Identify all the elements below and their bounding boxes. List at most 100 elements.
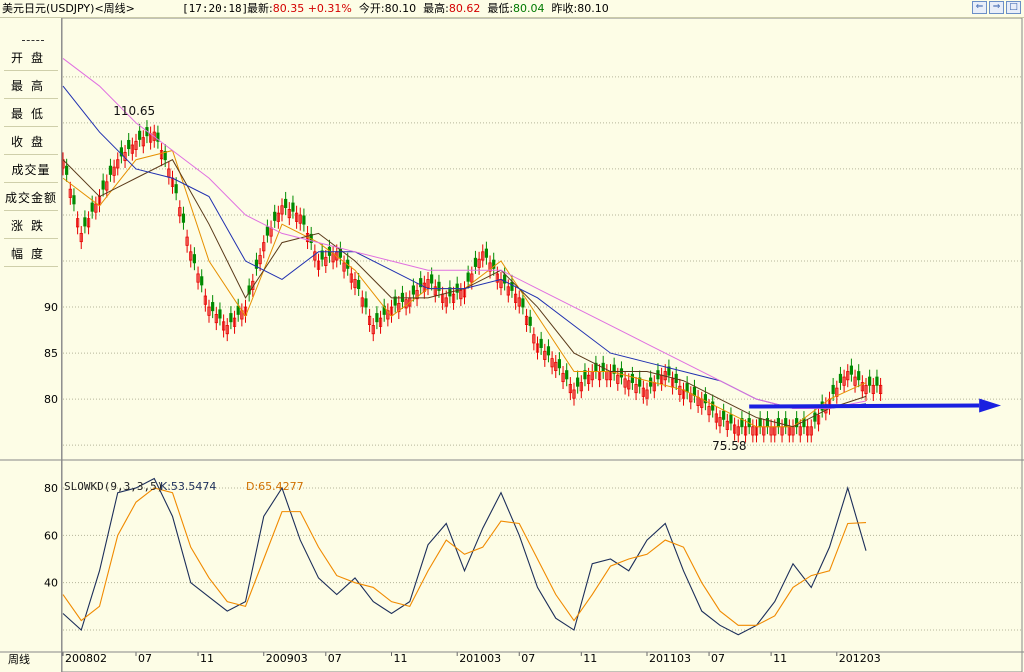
chart-title: 美元日元(USDJPY)<周线> [2, 2, 135, 15]
prev-close-value: 80.10 [577, 2, 609, 15]
candle-body [430, 274, 434, 284]
indicator-legend: SLOWKD(9,3,3,5)K:53.5474 D:65.4277 [64, 480, 304, 493]
candle-body [729, 414, 733, 424]
candle-body [510, 281, 514, 291]
scroll-right-icon[interactable]: ⇒ [989, 1, 1004, 14]
candle-body [72, 195, 76, 205]
indicator-tick-label: 60 [44, 529, 58, 542]
time-tick-label: 200903 [266, 652, 308, 665]
candle-body [437, 281, 441, 291]
price-grid [63, 76, 1022, 446]
candle-body [484, 248, 489, 258]
candle-body [630, 373, 635, 383]
latest-value: 80.35 [272, 2, 305, 15]
candle-body [273, 211, 277, 221]
candle-body [229, 313, 233, 323]
candle-body [90, 202, 94, 212]
low-value: 80.04 [513, 2, 545, 15]
candle-body [284, 198, 288, 209]
quote-time: [17:20:18] [182, 2, 249, 15]
candle-body [528, 316, 532, 326]
candle-body [65, 165, 69, 175]
candle-body [831, 384, 835, 395]
header-bar: 美元日元(USDJPY)<周线> [17:20:18] 最新:80.35 +0.… [0, 0, 1024, 18]
price-extreme-label: 75.58 [712, 439, 746, 453]
time-tick-label: 201203 [839, 652, 881, 665]
time-axis: 200802 07 11 200903 07 11 201003 07 11 201103 07 11… [62, 652, 881, 665]
arrow-shaft [749, 403, 980, 409]
ma_long-line [62, 85, 867, 409]
scroll-left-icon[interactable]: ⇐ [972, 1, 987, 14]
time-tick-label: 07 [138, 652, 152, 665]
time-tick-label: 11 [200, 652, 214, 665]
candle-body [521, 298, 525, 308]
maximize-icon[interactable]: □ [1006, 1, 1021, 14]
ma_longest-line [62, 58, 867, 409]
candle-body [466, 272, 470, 282]
candle-body [138, 130, 142, 140]
time-tick-label: 11 [394, 652, 408, 665]
chart-area[interactable]: 80 85 90 110.65 75.58 40 60 80 SLOWKD(9,3,3,5… [0, 18, 1024, 672]
candle-body [101, 180, 105, 190]
candle-body [411, 285, 416, 295]
d-value-label: D:65.4277 [246, 480, 304, 493]
time-tick-label: 201103 [649, 652, 691, 665]
candle-body [838, 373, 843, 383]
candle-body [868, 376, 872, 386]
candle-body [211, 302, 215, 312]
indicator-tick-label: 80 [44, 482, 58, 495]
candle-body [857, 371, 861, 381]
candle-body [576, 377, 580, 387]
time-tick-label: 11 [773, 652, 787, 665]
change-percent: +0.31% [307, 2, 352, 15]
period-label: 周线 [8, 653, 30, 666]
time-tick-label: 11 [583, 652, 597, 665]
time-tick-label: 07 [711, 652, 725, 665]
trend-arrow [749, 398, 1002, 413]
candle-body [181, 213, 186, 223]
candle-body [546, 346, 551, 356]
candle-body [375, 313, 379, 323]
time-tick-label: 07 [328, 652, 342, 665]
arrow-head [979, 398, 1002, 413]
k-line [62, 477, 867, 636]
candle-body [83, 217, 87, 227]
moving-averages [62, 58, 867, 428]
candle-body [291, 202, 295, 212]
price-tick-label: 80 [44, 393, 58, 406]
indicator-lines [62, 477, 867, 636]
candle-body [364, 298, 368, 308]
price-tick-label: 85 [44, 347, 58, 360]
indicator-title: SLOWKD(9,3,3,5) [64, 480, 163, 493]
candle-body [357, 279, 361, 290]
candle-body [685, 383, 689, 393]
price-annotations: 110.65 75.58 [113, 104, 746, 453]
candle-body [722, 410, 726, 420]
time-tick-label: 201003 [459, 652, 501, 665]
candle-body [174, 184, 178, 194]
time-tick-label: 200802 [65, 652, 107, 665]
price-tick-label: 90 [44, 301, 58, 314]
price-axis: 80 85 90 [44, 301, 58, 406]
candle-body [473, 257, 478, 267]
k-value-label: K:53.5474 [160, 480, 216, 493]
candle-body [265, 226, 270, 236]
indicator-axis: 40 60 80 [44, 482, 58, 590]
price-extreme-label: 110.65 [113, 104, 155, 118]
candle-body [557, 359, 562, 369]
candle-body [539, 338, 543, 348]
candle-body [218, 309, 222, 319]
candle-body [565, 370, 569, 380]
candle-body [758, 418, 762, 428]
candle-body [619, 368, 624, 378]
quote-summary: 最新:80.35 +0.31% 今开:80.10 最高:80.62 最低:80.… [247, 2, 609, 15]
indicator-grid [63, 487, 1022, 631]
candle-body [302, 215, 306, 225]
candle-body [127, 139, 131, 150]
candle-body [692, 386, 697, 396]
candle-body [711, 401, 715, 411]
high-value: 80.62 [448, 2, 481, 15]
candle-body [849, 365, 854, 375]
indicator-tick-label: 40 [44, 577, 58, 590]
candle-body [813, 412, 817, 422]
